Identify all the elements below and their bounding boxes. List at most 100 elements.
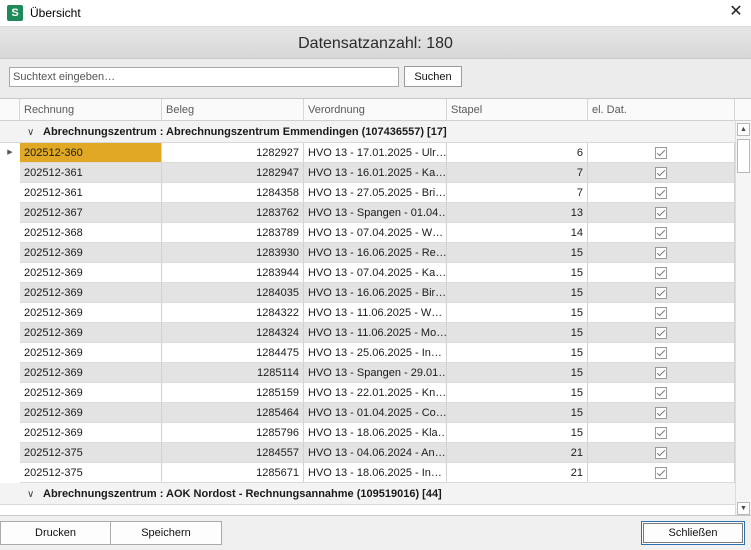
checkmark-icon[interactable]: [655, 227, 667, 239]
cell-stapel[interactable]: 15: [447, 383, 588, 403]
cell-el-dat[interactable]: [588, 323, 735, 343]
cell-verordnung[interactable]: HVO 13 - 07.04.2025 - W…: [304, 223, 447, 243]
cell-beleg[interactable]: 1282947: [162, 163, 304, 183]
cell-verordnung[interactable]: HVO 13 - 04.06.2024 - An…: [304, 443, 447, 463]
cell-el-dat[interactable]: [588, 223, 735, 243]
cell-stapel[interactable]: 15: [447, 243, 588, 263]
cell-beleg[interactable]: 1283762: [162, 203, 304, 223]
cell-rechnung[interactable]: 202512-375: [20, 463, 162, 483]
checkmark-icon[interactable]: [655, 427, 667, 439]
cell-el-dat[interactable]: [588, 363, 735, 383]
cell-rechnung[interactable]: 202512-369: [20, 303, 162, 323]
cell-beleg[interactable]: 1284358: [162, 183, 304, 203]
cell-rechnung[interactable]: 202512-369: [20, 383, 162, 403]
cell-beleg[interactable]: 1284035: [162, 283, 304, 303]
cell-rechnung[interactable]: 202512-367: [20, 203, 162, 223]
arrow-down-icon[interactable]: ▼: [737, 502, 750, 515]
search-input[interactable]: [9, 67, 399, 87]
cell-stapel[interactable]: 13: [447, 203, 588, 223]
table-row[interactable]: 202512-369 1284035 HVO 13 - 16.06.2025 - B…: [0, 283, 735, 303]
save-button[interactable]: Speichern: [110, 521, 222, 545]
cell-verordnung[interactable]: HVO 13 - Spangen - 29.01…: [304, 363, 447, 383]
arrow-up-icon[interactable]: ▲: [737, 123, 750, 136]
cell-el-dat[interactable]: [588, 283, 735, 303]
checkmark-icon[interactable]: [655, 247, 667, 259]
cell-beleg[interactable]: 1283789: [162, 223, 304, 243]
cell-verordnung[interactable]: HVO 13 - 16.06.2025 - Bir…: [304, 283, 447, 303]
cell-el-dat[interactable]: [588, 303, 735, 323]
cell-el-dat[interactable]: [588, 203, 735, 223]
cell-verordnung[interactable]: HVO 13 - 01.04.2025 - Co…: [304, 403, 447, 423]
cell-stapel[interactable]: 15: [447, 263, 588, 283]
table-row[interactable]: 202512-368 1283789 HVO 13 - 07.04.2025 - W…: [0, 223, 735, 243]
checkmark-icon[interactable]: [655, 327, 667, 339]
cell-el-dat[interactable]: [588, 263, 735, 283]
cell-beleg[interactable]: 1285796: [162, 423, 304, 443]
checkmark-icon[interactable]: [655, 467, 667, 479]
close-button[interactable]: Schließen: [641, 521, 745, 545]
cell-beleg[interactable]: 1285159: [162, 383, 304, 403]
table-row[interactable]: 202512-375 1284557 HVO 13 - 04.06.2024 - A…: [0, 443, 735, 463]
cell-rechnung[interactable]: 202512-360: [20, 143, 162, 163]
scrollbar-thumb[interactable]: [737, 139, 750, 173]
print-button[interactable]: Drucken: [0, 521, 111, 545]
cell-stapel[interactable]: 15: [447, 343, 588, 363]
checkmark-icon[interactable]: [655, 147, 667, 159]
search-button[interactable]: Suchen: [404, 66, 462, 87]
cell-beleg[interactable]: 1283944: [162, 263, 304, 283]
cell-beleg[interactable]: 1285114: [162, 363, 304, 383]
table-row[interactable]: 202512-361 1282947 HVO 13 - 16.01.2025 - K…: [0, 163, 735, 183]
cell-stapel[interactable]: 14: [447, 223, 588, 243]
group-row[interactable]: ∨ Abrechnungszentrum : Abrechnungszentrum…: [0, 121, 735, 143]
cell-stapel[interactable]: 15: [447, 323, 588, 343]
cell-verordnung[interactable]: HVO 13 - 17.01.2025 - Ulr…: [304, 143, 447, 163]
close-window-button[interactable]: ✕: [727, 2, 745, 22]
cell-el-dat[interactable]: [588, 443, 735, 463]
checkmark-icon[interactable]: [655, 347, 667, 359]
cell-el-dat[interactable]: [588, 343, 735, 363]
cell-rechnung[interactable]: 202512-368: [20, 223, 162, 243]
table-row[interactable]: 202512-369 1285796 HVO 13 - 18.06.2025 - K…: [0, 423, 735, 443]
cell-el-dat[interactable]: [588, 143, 735, 163]
cell-rechnung[interactable]: 202512-369: [20, 423, 162, 443]
table-row[interactable]: 202512-369 1285114 HVO 13 - Spangen - 29.0…: [0, 363, 735, 383]
cell-verordnung[interactable]: HVO 13 - 07.04.2025 - Ka…: [304, 263, 447, 283]
checkmark-icon[interactable]: [655, 387, 667, 399]
checkmark-icon[interactable]: [655, 447, 667, 459]
group-row[interactable]: ∨ Abrechnungszentrum : AOK Nordost - Rech…: [0, 483, 735, 505]
cell-rechnung[interactable]: 202512-369: [20, 243, 162, 263]
table-row[interactable]: 202512-369 1284322 HVO 13 - 11.06.2025 - W…: [0, 303, 735, 323]
column-header-beleg[interactable]: Beleg: [162, 99, 304, 121]
table-row[interactable]: 202512-367 1283762 HVO 13 - Spangen - 01.0…: [0, 203, 735, 223]
cell-verordnung[interactable]: HVO 13 - 11.06.2025 - Mo…: [304, 323, 447, 343]
cell-beleg[interactable]: 1284324: [162, 323, 304, 343]
table-row[interactable]: 202512-369 1285464 HVO 13 - 01.04.2025 - C…: [0, 403, 735, 423]
cell-rechnung[interactable]: 202512-369: [20, 363, 162, 383]
column-header-stapel[interactable]: Stapel: [447, 99, 588, 121]
cell-rechnung[interactable]: 202512-369: [20, 403, 162, 423]
column-header-el-dat[interactable]: el. Dat.: [588, 99, 735, 121]
cell-stapel[interactable]: 7: [447, 183, 588, 203]
column-header-rechnung[interactable]: Rechnung: [20, 99, 162, 121]
cell-verordnung[interactable]: HVO 13 - 27.05.2025 - Bri…: [304, 183, 447, 203]
cell-stapel[interactable]: 15: [447, 403, 588, 423]
cell-rechnung[interactable]: 202512-361: [20, 163, 162, 183]
cell-beleg[interactable]: 1283930: [162, 243, 304, 263]
cell-beleg[interactable]: 1284557: [162, 443, 304, 463]
cell-stapel[interactable]: 6: [447, 143, 588, 163]
cell-beleg[interactable]: 1284322: [162, 303, 304, 323]
cell-stapel[interactable]: 15: [447, 363, 588, 383]
cell-verordnung[interactable]: HVO 13 - 18.06.2025 - Kla…: [304, 423, 447, 443]
cell-stapel[interactable]: 15: [447, 303, 588, 323]
cell-el-dat[interactable]: [588, 463, 735, 483]
cell-el-dat[interactable]: [588, 423, 735, 443]
cell-beleg[interactable]: 1282927: [162, 143, 304, 163]
cell-beleg[interactable]: 1285671: [162, 463, 304, 483]
checkmark-icon[interactable]: [655, 407, 667, 419]
checkmark-icon[interactable]: [655, 367, 667, 379]
table-row[interactable]: 202512-369 1285159 HVO 13 - 22.01.2025 - K…: [0, 383, 735, 403]
checkmark-icon[interactable]: [655, 307, 667, 319]
cell-stapel[interactable]: 15: [447, 423, 588, 443]
table-row[interactable]: 202512-369 1283930 HVO 13 - 16.06.2025 - R…: [0, 243, 735, 263]
cell-verordnung[interactable]: HVO 13 - 16.01.2025 - Ka…: [304, 163, 447, 183]
